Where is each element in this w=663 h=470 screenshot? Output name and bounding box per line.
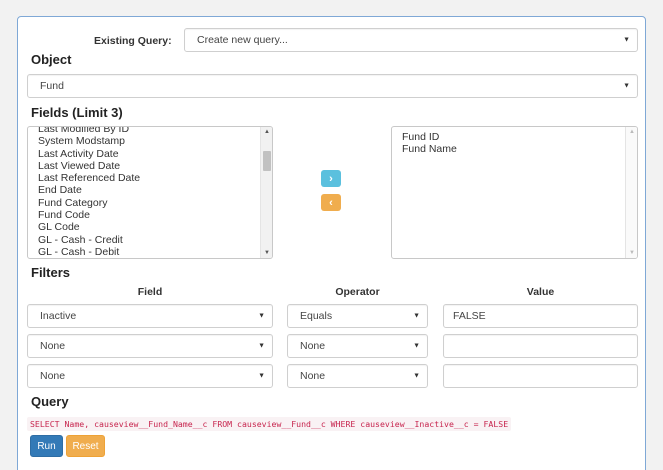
query-text: SELECT Name, causeview__Fund_Name__c FRO…	[27, 417, 512, 431]
filter-field-value: Inactive	[40, 310, 77, 322]
scroll-down-icon[interactable]: ▼	[261, 250, 272, 256]
filter-field-select[interactable]: None ▼	[27, 334, 273, 358]
reset-button[interactable]: Reset	[66, 435, 105, 457]
remove-field-button[interactable]: ‹	[321, 194, 341, 211]
chevron-down-icon: ▼	[258, 372, 265, 380]
chevron-down-icon: ▼	[413, 312, 420, 320]
chevron-down-icon: ▼	[623, 82, 630, 90]
fields-title: Fields (Limit 3)	[31, 105, 123, 120]
existing-query-value: Create new query...	[197, 34, 288, 46]
query-builder-panel: Existing Query: Create new query... ▼ Ob…	[17, 16, 646, 470]
filter-value-text: FALSE	[453, 310, 486, 322]
filter-operator-value: Equals	[300, 310, 333, 322]
available-field-option[interactable]: Fund Category	[38, 197, 258, 209]
add-field-button[interactable]: ›	[321, 170, 341, 187]
chevron-right-icon: ›	[329, 172, 333, 185]
filter-field-value: None	[40, 370, 66, 382]
available-field-option[interactable]: GL - Cash - Credit	[38, 234, 258, 246]
selected-fields-scrollbar[interactable]: ▲ ▼	[625, 127, 637, 258]
scrollbar-thumb[interactable]	[263, 151, 271, 171]
selected-field-option[interactable]: Fund ID	[402, 131, 623, 143]
chevron-left-icon: ‹	[329, 196, 333, 209]
filter-operator-value: None	[300, 370, 326, 382]
scroll-up-icon[interactable]: ▲	[626, 129, 637, 135]
filter-field-header: Field	[137, 286, 163, 298]
object-value: Fund	[40, 80, 64, 92]
object-title: Object	[31, 52, 72, 67]
run-button[interactable]: Run	[30, 435, 63, 457]
object-select[interactable]: Fund ▼	[27, 74, 638, 98]
query-title: Query	[31, 394, 69, 409]
available-fields-scrollbar[interactable]: ▲ ▼	[260, 127, 272, 258]
filter-field-select[interactable]: Inactive ▼	[27, 304, 273, 328]
available-field-option[interactable]: End Date	[38, 184, 258, 196]
filter-operator-select[interactable]: None ▼	[287, 364, 428, 388]
filter-value-header: Value	[526, 286, 555, 298]
chevron-down-icon: ▼	[258, 342, 265, 350]
scroll-down-icon[interactable]: ▼	[626, 250, 637, 256]
available-field-option[interactable]: GL Code	[38, 221, 258, 233]
selected-field-option[interactable]: Fund Name	[402, 143, 623, 155]
filter-operator-select[interactable]: Equals ▼	[287, 304, 428, 328]
available-field-option[interactable]: Last Activity Date	[38, 148, 258, 160]
filter-operator-value: None	[300, 340, 326, 352]
available-field-option[interactable]: Last Modified By ID	[38, 127, 258, 135]
chevron-down-icon: ▼	[413, 342, 420, 350]
filters-title: Filters	[31, 265, 71, 280]
available-field-option[interactable]: Fund Code	[38, 209, 258, 221]
selected-fields-list[interactable]: Fund ID Fund Name ▲ ▼	[391, 126, 638, 259]
filter-field-value: None	[40, 340, 66, 352]
filter-operator-select[interactable]: None ▼	[287, 334, 428, 358]
chevron-down-icon: ▼	[258, 312, 265, 320]
existing-query-select[interactable]: Create new query... ▼	[184, 28, 638, 52]
available-field-option[interactable]: Last Referenced Date	[38, 172, 258, 184]
filter-value-input[interactable]	[443, 364, 638, 388]
chevron-down-icon: ▼	[413, 372, 420, 380]
filter-value-input[interactable]	[443, 334, 638, 358]
available-field-option[interactable]: GL - Cash - Debit	[38, 246, 258, 258]
scroll-up-icon[interactable]: ▲	[261, 129, 272, 135]
chevron-down-icon: ▼	[623, 36, 630, 44]
filter-field-select[interactable]: None ▼	[27, 364, 273, 388]
filter-value-input[interactable]: FALSE	[443, 304, 638, 328]
available-field-option[interactable]: Last Viewed Date	[38, 160, 258, 172]
filter-operator-header: Operator	[335, 286, 380, 298]
existing-query-label: Existing Query:	[94, 35, 172, 47]
available-fields-list[interactable]: Last Modified By ID System Modstamp Last A…	[27, 126, 273, 259]
available-field-option[interactable]: System Modstamp	[38, 135, 258, 147]
